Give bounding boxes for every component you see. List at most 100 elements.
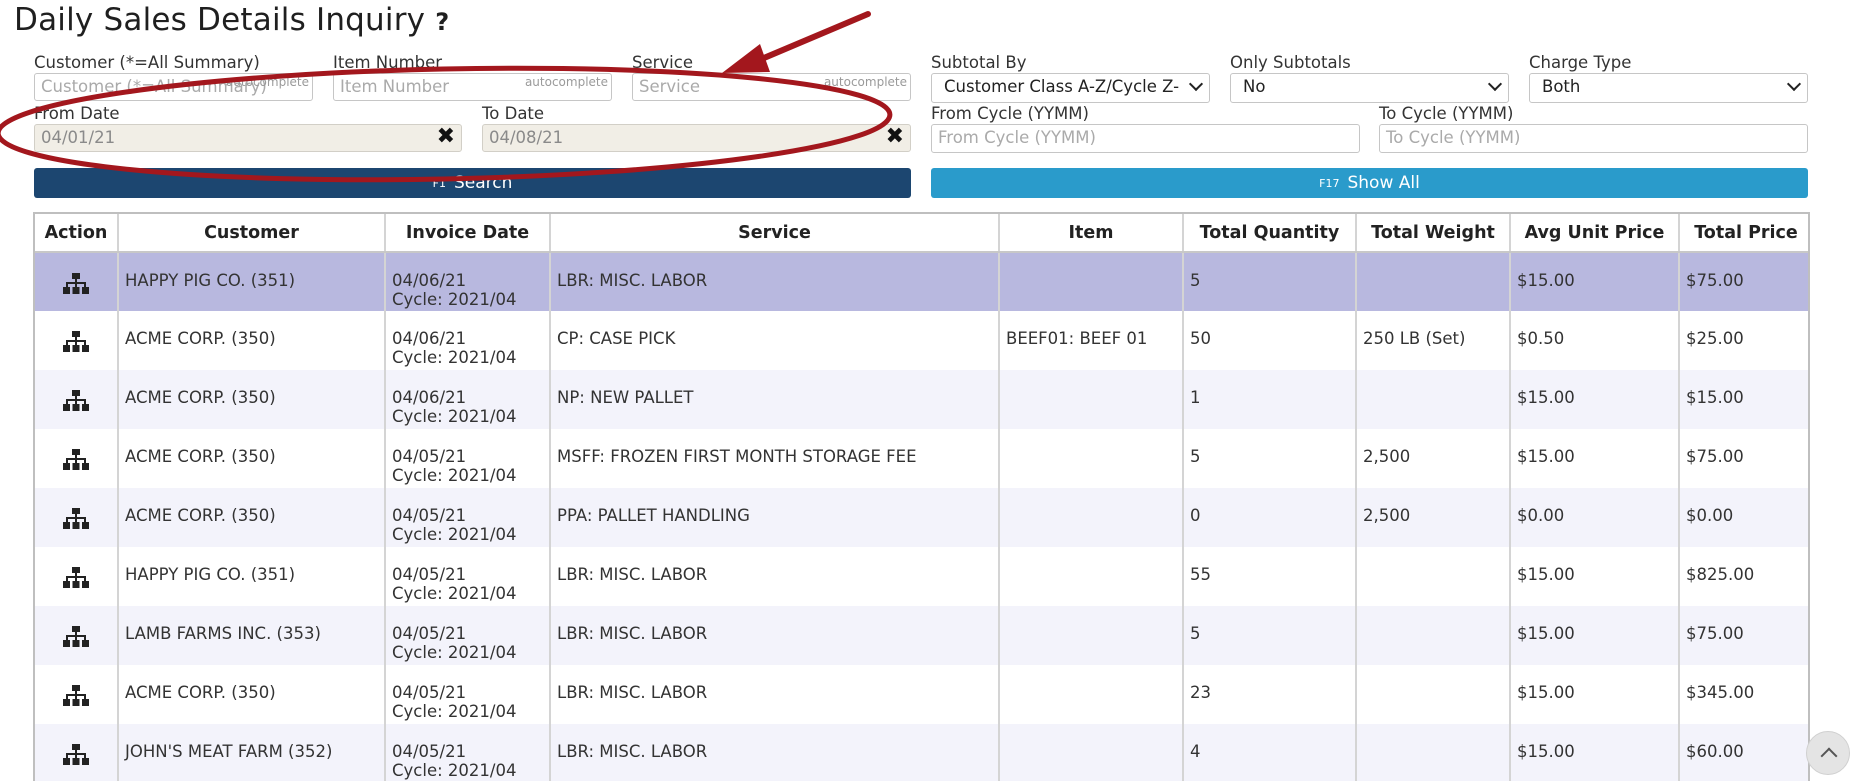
table-row[interactable]: ACME CORP. (350) 04/05/21 Cycle: 2021/04 … (35, 665, 1808, 724)
page-title: Daily Sales Details Inquiry? (14, 2, 449, 38)
invoice-date: 04/05/21 (392, 506, 467, 525)
invoice-cycle: Cycle: 2021/04 (392, 643, 517, 662)
avg-unit-price-cell: $15.00 (1510, 665, 1680, 724)
invoice-date-cell: 04/05/21 Cycle: 2021/04 (385, 606, 551, 665)
invoice-cycle: Cycle: 2021/04 (392, 525, 517, 544)
hierarchy-icon[interactable] (63, 744, 89, 766)
total-weight-cell (1356, 547, 1511, 606)
page-title-text: Daily Sales Details Inquiry (14, 2, 426, 38)
invoice-cycle: Cycle: 2021/04 (392, 702, 517, 721)
invoice-cycle: Cycle: 2021/04 (392, 761, 517, 780)
invoice-date-cell: 04/06/21 Cycle: 2021/04 (385, 252, 551, 311)
avg-unit-price-cell: $15.00 (1510, 724, 1680, 781)
hierarchy-icon[interactable] (63, 390, 89, 412)
invoice-date: 04/05/21 (392, 742, 467, 761)
action-cell (35, 665, 119, 724)
item-input[interactable]: Item Number autocomplete (333, 73, 612, 101)
only-subtotals-select[interactable]: No (1230, 73, 1509, 103)
clear-icon[interactable]: ✖ (886, 125, 904, 149)
hierarchy-icon[interactable] (63, 273, 89, 295)
column-header[interactable]: Total Quantity (1183, 214, 1357, 253)
hierarchy-icon[interactable] (63, 685, 89, 707)
customer-input[interactable]: Customer (*=All Summary) autocomplete (34, 73, 313, 101)
only-subtotals-value: No (1243, 77, 1266, 96)
sales-table-container[interactable]: Action Customer Invoice Date Service Ite… (33, 212, 1810, 781)
hierarchy-icon[interactable] (63, 567, 89, 589)
show-all-shortcut-key: F17 (1319, 177, 1340, 190)
hierarchy-icon[interactable] (63, 331, 89, 353)
avg-unit-price-cell: $15.00 (1510, 547, 1680, 606)
table-row[interactable]: ACME CORP. (350) 04/05/21 Cycle: 2021/04 … (35, 488, 1808, 547)
to-date-input[interactable]: 04/08/21 ✖ (482, 124, 911, 152)
table-row[interactable]: HAPPY PIG CO. (351) 04/06/21 Cycle: 2021/… (35, 252, 1808, 311)
total-quantity-cell: 0 (1183, 488, 1357, 547)
table-row[interactable]: ACME CORP. (350) 04/06/21 Cycle: 2021/04 … (35, 370, 1808, 429)
customer-cell: ACME CORP. (350) (118, 311, 386, 370)
total-weight-cell (1356, 724, 1511, 781)
only-subtotals-filter: Only Subtotals No (1230, 53, 1509, 103)
invoice-date-cell: 04/05/21 Cycle: 2021/04 (385, 724, 551, 781)
item-cell (999, 724, 1184, 781)
customer-label: Customer (*=All Summary) (34, 53, 260, 72)
service-cell: LBR: MISC. LABOR (550, 252, 1000, 311)
chevron-down-icon (1188, 76, 1204, 92)
column-header[interactable]: Invoice Date (385, 214, 551, 253)
total-price-cell: $0.00 (1679, 488, 1808, 547)
total-quantity-cell: 23 (1183, 665, 1357, 724)
search-button[interactable]: F1 Search (34, 168, 911, 198)
service-input[interactable]: Service autocomplete (632, 73, 911, 101)
customer-cell: LAMB FARMS INC. (353) (118, 606, 386, 665)
hierarchy-icon[interactable] (63, 449, 89, 471)
action-cell (35, 547, 119, 606)
charge-type-select[interactable]: Both (1529, 73, 1808, 103)
column-header[interactable]: Total Weight (1356, 214, 1511, 253)
total-price-cell: $75.00 (1679, 606, 1808, 665)
service-cell: CP: CASE PICK (550, 311, 1000, 370)
invoice-cycle: Cycle: 2021/04 (392, 466, 517, 485)
to-date-label: To Date (482, 104, 545, 123)
item-cell (999, 252, 1184, 311)
customer-cell: ACME CORP. (350) (118, 665, 386, 724)
column-header[interactable]: Action (35, 214, 119, 253)
from-date-input[interactable]: 04/01/21 ✖ (34, 124, 462, 152)
invoice-date: 04/06/21 (392, 329, 467, 348)
table-row[interactable]: HAPPY PIG CO. (351) 04/05/21 Cycle: 2021/… (35, 547, 1808, 606)
total-weight-cell: 2,500 (1356, 488, 1511, 547)
show-all-button[interactable]: F17 Show All (931, 168, 1808, 198)
item-cell (999, 665, 1184, 724)
service-cell: LBR: MISC. LABOR (550, 724, 1000, 781)
invoice-date-cell: 04/05/21 Cycle: 2021/04 (385, 429, 551, 488)
customer-cell: ACME CORP. (350) (118, 370, 386, 429)
total-price-cell: $75.00 (1679, 252, 1808, 311)
invoice-cycle: Cycle: 2021/04 (392, 584, 517, 603)
column-header[interactable]: Avg Unit Price (1510, 214, 1680, 253)
from-date-label: From Date (34, 104, 120, 123)
total-price-cell: $345.00 (1686, 683, 1755, 702)
customer-cell: ACME CORP. (350) (118, 488, 386, 547)
scroll-to-top-button[interactable] (1806, 731, 1850, 775)
invoice-cycle: Cycle: 2021/04 (392, 348, 517, 367)
column-header[interactable]: Service (550, 214, 1000, 253)
column-header[interactable]: Customer (118, 214, 386, 253)
hierarchy-icon[interactable] (63, 508, 89, 530)
avg-unit-price-cell: $15.00 (1510, 370, 1680, 429)
charge-type-filter: Charge Type Both (1529, 53, 1808, 103)
customer-filter: Customer (*=All Summary) Customer (*=All… (34, 53, 313, 101)
help-icon[interactable]: ? (435, 8, 449, 36)
table-row[interactable]: LAMB FARMS INC. (353) 04/05/21 Cycle: 202… (35, 606, 1808, 665)
from-cycle-input[interactable]: From Cycle (YYMM) (931, 124, 1360, 153)
table-row[interactable]: ACME CORP. (350) 04/06/21 Cycle: 2021/04 … (35, 311, 1808, 370)
to-date-value: 04/08/21 (489, 128, 564, 147)
action-cell (35, 429, 119, 488)
table-row[interactable]: JOHN'S MEAT FARM (352) 04/05/21 Cycle: 20… (35, 724, 1808, 781)
service-filter: Service Service autocomplete (632, 53, 911, 101)
table-row[interactable]: ACME CORP. (350) 04/05/21 Cycle: 2021/04 … (35, 429, 1808, 488)
column-header[interactable]: Item (999, 214, 1184, 253)
item-placeholder: Item Number (340, 77, 450, 96)
to-cycle-input[interactable]: To Cycle (YYMM) (1379, 124, 1808, 153)
column-header[interactable]: Total Price (1679, 214, 1808, 253)
hierarchy-icon[interactable] (63, 626, 89, 648)
from-cycle-filter: From Cycle (YYMM) From Cycle (YYMM) (931, 104, 1360, 153)
clear-icon[interactable]: ✖ (437, 125, 455, 149)
subtotal-by-select[interactable]: Customer Class A-Z/Cycle Z- (931, 73, 1210, 103)
